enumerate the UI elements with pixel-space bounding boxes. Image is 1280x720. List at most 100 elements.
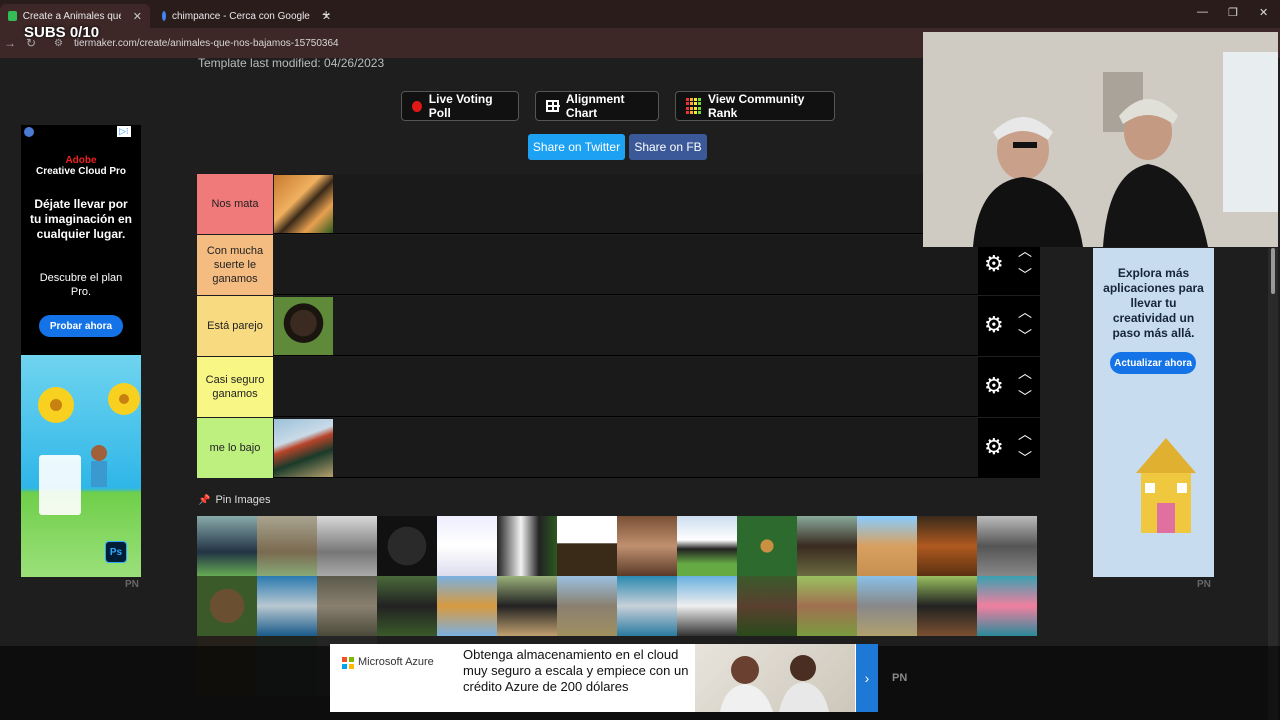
azure-brand-text: Microsoft Azure [358, 656, 434, 668]
orangutan-image[interactable] [917, 516, 977, 576]
back-icon[interactable]: → [4, 36, 16, 50]
close-tab-icon[interactable]: ✕ [133, 10, 142, 23]
hedgehog-image[interactable] [197, 576, 257, 636]
minimize-icon[interactable]: — [1197, 6, 1208, 18]
tab-title: Create a Animales que nos baja [22, 10, 121, 22]
buffalo-image[interactable] [797, 516, 857, 576]
cow-image[interactable] [677, 516, 737, 576]
tier-label[interactable]: me lo bajo [197, 418, 273, 478]
move-up-icon[interactable]: ︿ [1018, 363, 1032, 383]
tab-google[interactable]: chimpance - Cerca con Google ✕ [154, 4, 331, 28]
ad-illustration: Ps [21, 355, 141, 577]
wolf-image[interactable] [317, 516, 377, 576]
tier-row: Con mucha suerte le ganamos ⚙ ︿ ﹀ [197, 235, 1040, 295]
gear-icon[interactable]: ⚙ [984, 314, 1004, 336]
crocodile-image[interactable] [977, 516, 1037, 576]
tier-row: Está parejo ⚙ ︿ ﹀ [197, 296, 1040, 356]
tier-controls: ⚙ ︿ ﹀ [978, 357, 1040, 417]
cougar-image[interactable] [617, 516, 677, 576]
tier-controls: ⚙ ︿ ﹀ [978, 418, 1040, 478]
penguin-image[interactable] [677, 576, 737, 636]
ad-subtext: Descubre el plan Pro. [39, 272, 123, 298]
tiermaker-favicon-icon [8, 11, 17, 21]
ad-headline: Déjate llevar por tu imaginación en cual… [29, 197, 132, 241]
share-twitter-button[interactable]: Share on Twitter [528, 134, 625, 160]
adobe-brand-text: Adobe [65, 155, 97, 166]
black-panther-image[interactable] [377, 516, 437, 576]
rhinoceros-image[interactable] [557, 576, 617, 636]
cassowary-image[interactable] [197, 516, 257, 576]
alignment-chart-label: Alignment Chart [565, 92, 625, 120]
gear-icon[interactable]: ⚙ [984, 436, 1004, 458]
rooster-image[interactable] [274, 419, 333, 477]
adobe-ad-left[interactable]: ▷⁝ Adobe Creative Cloud Pro Déjate lleva… [21, 125, 141, 577]
probar-ahora-button[interactable]: Probar ahora [39, 315, 123, 337]
azure-ad-banner[interactable]: Microsoft Azure Obtenga almacenamiento e… [330, 644, 878, 712]
ad-next-arrow-icon[interactable]: › [856, 644, 878, 712]
azure-ad-text: Obtenga almacenamiento en el cloud muy s… [463, 647, 689, 694]
live-voting-poll-label: Live Voting Poll [428, 92, 493, 120]
move-up-icon[interactable]: ︿ [1018, 302, 1032, 322]
pin-images-label: Pin Images [215, 494, 271, 506]
adobe-product-text: Creative Cloud Pro [35, 166, 127, 177]
moose-image[interactable] [737, 576, 797, 636]
tier-label[interactable]: Nos mata [197, 174, 273, 234]
move-down-icon[interactable]: ﹀ [1018, 265, 1032, 285]
giraffe-image[interactable] [437, 576, 497, 636]
move-down-icon[interactable]: ﹀ [1018, 387, 1032, 407]
coyote-image[interactable] [257, 516, 317, 576]
url-field[interactable]: tiermaker.com/create/animales-que-nos-ba… [74, 38, 339, 49]
gear-icon[interactable]: ⚙ [984, 253, 1004, 275]
panda-image[interactable] [497, 516, 557, 576]
pin-images-toggle[interactable]: 📌 Pin Images [198, 494, 270, 506]
seal-image[interactable] [617, 576, 677, 636]
doberman-image[interactable] [917, 576, 977, 636]
close-window-icon[interactable]: ✕ [1259, 6, 1268, 19]
chimpanzee-image[interactable] [274, 297, 333, 355]
ad-privacy-icon[interactable] [24, 127, 34, 137]
ad-tag: PN [1197, 579, 1211, 590]
microsoft-logo-icon [342, 657, 354, 669]
kangaroo-image[interactable] [797, 576, 857, 636]
new-tab-icon[interactable]: + [322, 6, 330, 22]
move-down-icon[interactable]: ﹀ [1018, 326, 1032, 346]
komodo-dragon-image[interactable] [317, 576, 377, 636]
ad-choices-icon[interactable]: ▷⁝ [117, 126, 131, 137]
share-fb-button[interactable]: Share on FB [629, 134, 707, 160]
view-community-rank-label: View Community Rank [708, 92, 805, 120]
tier-row: Casi seguro ganamos ⚙ ︿ ﹀ [197, 357, 1040, 417]
alignment-chart-button[interactable]: Alignment Chart [535, 91, 659, 121]
spider-image[interactable] [737, 516, 797, 576]
tier-label[interactable]: Con mucha suerte le ganamos [197, 235, 273, 295]
record-dot-icon [412, 100, 422, 112]
gorilla-image[interactable] [377, 576, 437, 636]
polar-bear-image[interactable] [437, 516, 497, 576]
actualizar-ahora-button[interactable]: Actualizar ahora [1110, 352, 1196, 374]
scrollbar-thumb[interactable] [1271, 248, 1275, 294]
adobe-ad-panel: ▷⁝ Adobe Creative Cloud Pro Déjate lleva… [21, 125, 141, 355]
google-favicon-icon [162, 11, 166, 21]
subs-counter-overlay: SUBS 0/10 [24, 24, 100, 41]
tier-row: me lo bajo ⚙ ︿ ﹀ [197, 418, 1040, 478]
color-grid-icon [686, 98, 701, 114]
elephant-image[interactable] [857, 576, 917, 636]
eagle-image[interactable] [557, 516, 617, 576]
move-up-icon[interactable]: ︿ [1018, 424, 1032, 444]
ostrich-image[interactable] [497, 576, 557, 636]
ad-headline: Explora más aplicaciones para llevar tu … [1103, 266, 1204, 340]
gear-icon[interactable]: ⚙ [984, 375, 1004, 397]
live-voting-poll-button[interactable]: Live Voting Poll [401, 91, 519, 121]
view-community-rank-button[interactable]: View Community Rank [675, 91, 835, 121]
restore-icon[interactable]: ❐ [1228, 6, 1238, 19]
ad-tag: PN [125, 579, 139, 590]
tier-label[interactable]: Está parejo [197, 296, 273, 356]
tab-title: chimpance - Cerca con Google [172, 10, 310, 22]
pin-icon: 📌 [198, 494, 211, 506]
tier-label[interactable]: Casi seguro ganamos [197, 357, 273, 417]
adobe-ad-right[interactable]: Explora más aplicaciones para llevar tu … [1093, 248, 1214, 577]
tiger-image[interactable] [274, 175, 333, 233]
move-down-icon[interactable]: ﹀ [1018, 448, 1032, 468]
shark-image[interactable] [257, 576, 317, 636]
camel-image[interactable] [857, 516, 917, 576]
flamingo-image[interactable] [977, 576, 1037, 636]
